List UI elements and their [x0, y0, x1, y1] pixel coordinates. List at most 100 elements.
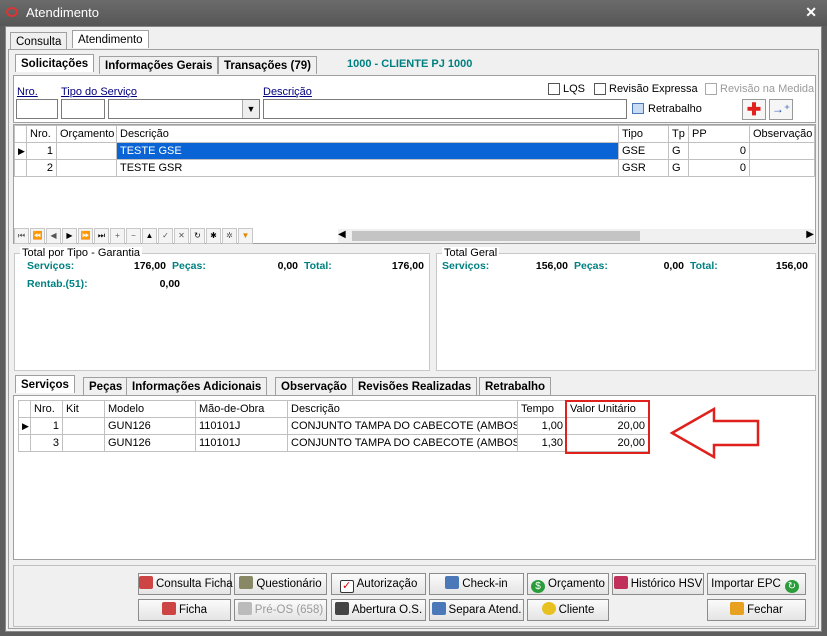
grid-navigator: ⏮ ⏪ ◀ ▶ ⏩ ⏭ + − ▲ ✓ ✕ ↻ ✱ ✲ ▼ — [14, 228, 284, 244]
tab-informacoes-gerais[interactable]: Informações Gerais — [99, 56, 219, 74]
retrabalho-label: Retrabalho — [648, 103, 702, 115]
last-icon[interactable]: ⏭ — [94, 228, 109, 244]
next-icon[interactable]: ▶ — [62, 228, 77, 244]
col-descricao[interactable]: Descrição — [287, 400, 518, 418]
post-icon[interactable]: ✓ — [158, 228, 173, 244]
wrench-icon — [334, 602, 349, 615]
bookmark-icon[interactable]: ✱ — [206, 228, 221, 244]
tab-pecas[interactable]: Peças — [83, 377, 129, 395]
fechar-button[interactable]: Fechar — [707, 599, 806, 621]
col-pp[interactable]: PP — [688, 125, 750, 143]
col-mao-de-obra[interactable]: Mão-de-Obra — [195, 400, 288, 418]
servicos-value: 176,00 — [133, 260, 166, 272]
consulta-ficha-button[interactable]: Consulta Ficha — [138, 573, 233, 595]
printer-icon — [237, 602, 252, 615]
pre-os-button[interactable]: Pré-OS (658) — [234, 599, 327, 621]
pecas-label: Peças: — [172, 260, 206, 272]
first-icon[interactable]: ⏮ — [14, 228, 29, 244]
tab-servicos[interactable]: Serviços — [15, 375, 75, 393]
col-observacao[interactable]: Observação — [749, 125, 815, 143]
total-value: 176,00 — [391, 260, 424, 272]
table-row[interactable]: 2 TESTE GSR GSR G 0 — [14, 159, 815, 177]
scroll-right-icon[interactable]: ▶ — [806, 229, 814, 240]
table-row[interactable]: 3 GUN126 110101J CONJUNTO TAMPA DO CABEC… — [18, 434, 649, 452]
col-nro[interactable]: Nro. — [26, 125, 57, 143]
ficha-button[interactable]: Ficha — [138, 599, 231, 621]
col-tipo[interactable]: Tipo — [618, 125, 669, 143]
scroll-thumb[interactable] — [352, 231, 640, 241]
col-nro[interactable]: Nro. — [30, 400, 63, 418]
importar-epc-button[interactable]: Importar EPC ↻ — [707, 573, 806, 595]
refresh-green-icon: ↻ — [784, 580, 799, 593]
close-button[interactable]: ✕ — [805, 4, 817, 21]
tipo-servico-select[interactable]: ▼ — [108, 99, 260, 119]
window-client: Consulta Atendimento Solicitações Inform… — [5, 26, 822, 632]
refresh-icon[interactable]: ↻ — [190, 228, 205, 244]
horizontal-scrollbar[interactable]: ◀ ▶ — [338, 229, 814, 243]
abertura-os-button[interactable]: Abertura O.S. — [331, 599, 426, 621]
separa-atend-button[interactable]: Separa Atend. — [429, 599, 524, 621]
insert-icon[interactable]: + — [110, 228, 125, 244]
retrabalho-icon — [632, 103, 644, 114]
autorizacao-button[interactable]: ✓ Autorização — [331, 573, 426, 595]
tipo-servico-code-input[interactable] — [61, 99, 105, 119]
prior-page-icon[interactable]: ⏪ — [30, 228, 45, 244]
historico-hsv-button[interactable]: Histórico HSV — [612, 573, 704, 595]
scroll-left-icon[interactable]: ◀ — [338, 229, 346, 240]
totals-garantia-title: Total por Tipo - Garantia — [20, 247, 143, 259]
tab-revisoes-realizadas[interactable]: Revisões Realizadas — [352, 377, 478, 395]
edit-icon[interactable]: ▲ — [142, 228, 157, 244]
revisao-expressa-label: Revisão Expressa — [609, 83, 698, 95]
orcamento-button[interactable]: $ Orçamento — [527, 573, 609, 595]
col-tp[interactable]: Tp — [668, 125, 689, 143]
cancel-icon[interactable]: ✕ — [174, 228, 189, 244]
geral-total-value: 156,00 — [775, 260, 808, 272]
questionario-button[interactable]: Questionário — [234, 573, 327, 595]
table-header: Nro. Orçamento Descrição Tipo Tp PP Obse… — [14, 125, 815, 143]
pecas-value: 0,00 — [277, 260, 298, 272]
col-tempo[interactable]: Tempo — [517, 400, 567, 418]
col-modelo[interactable]: Modelo — [104, 400, 196, 418]
revisao-medida-checkbox[interactable] — [705, 83, 717, 95]
descricao-input[interactable] — [263, 99, 627, 119]
geral-servicos-label: Serviços: — [442, 260, 490, 272]
revisao-expressa-checkbox[interactable] — [594, 83, 606, 95]
geral-pecas-label: Peças: — [574, 260, 608, 272]
tab-retrabalho[interactable]: Retrabalho — [479, 377, 552, 395]
table-row[interactable]: ▶ 1 GUN126 110101J CONJUNTO TAMPA DO CAB… — [18, 417, 649, 435]
person-icon — [541, 602, 556, 615]
split-icon — [431, 602, 446, 615]
tab-solicitacoes[interactable]: Solicitações — [15, 54, 95, 72]
tab-informacoes-adicionais[interactable]: Informações Adicionais — [126, 377, 268, 395]
tab-observacao[interactable]: Observação — [275, 377, 353, 395]
add-red-cross-icon[interactable]: ✚ — [742, 99, 766, 120]
car-icon — [161, 602, 176, 615]
valor-unitario-highlight — [565, 400, 650, 454]
col-orcamento[interactable]: Orçamento — [56, 125, 117, 143]
prior-icon[interactable]: ◀ — [46, 228, 61, 244]
col-kit[interactable]: Kit — [62, 400, 105, 418]
tab-atendimento[interactable]: Atendimento — [72, 30, 149, 48]
checkin-button[interactable]: Check-in — [429, 573, 524, 595]
geral-pecas-value: 0,00 — [663, 260, 684, 272]
solicitacoes-table: Nro. Orçamento Descrição Tipo Tp PP Obse… — [14, 125, 815, 177]
tab-consulta[interactable]: Consulta — [10, 32, 68, 50]
lqs-checkbox[interactable] — [548, 83, 560, 95]
table-header: Nro. Kit Modelo Mão-de-Obra Descrição Te… — [18, 400, 649, 418]
chevron-down-icon[interactable]: ▼ — [242, 100, 259, 118]
next-page-icon[interactable]: ⏩ — [78, 228, 93, 244]
cliente-button[interactable]: Cliente — [527, 599, 609, 621]
filter-icon[interactable]: ▼ — [238, 228, 253, 244]
row-pointer-icon: ▶ — [14, 142, 27, 160]
servicos-table: Nro. Kit Modelo Mão-de-Obra Descrição Te… — [18, 400, 649, 452]
row-pointer-icon: ▶ — [18, 417, 31, 435]
delete-icon[interactable]: − — [126, 228, 141, 244]
nro-input[interactable] — [16, 99, 58, 119]
add-service-icon[interactable]: →⁺ — [769, 99, 793, 120]
window-title: Atendimento — [26, 5, 99, 20]
tab-transacoes[interactable]: Transações (79) — [218, 56, 317, 74]
table-row[interactable]: ▶ 1 TESTE GSE GSE G 0 — [14, 142, 815, 160]
goto-bookmark-icon[interactable]: ✲ — [222, 228, 237, 244]
red-arrow-icon — [670, 407, 760, 459]
col-descricao[interactable]: Descrição — [116, 125, 619, 143]
